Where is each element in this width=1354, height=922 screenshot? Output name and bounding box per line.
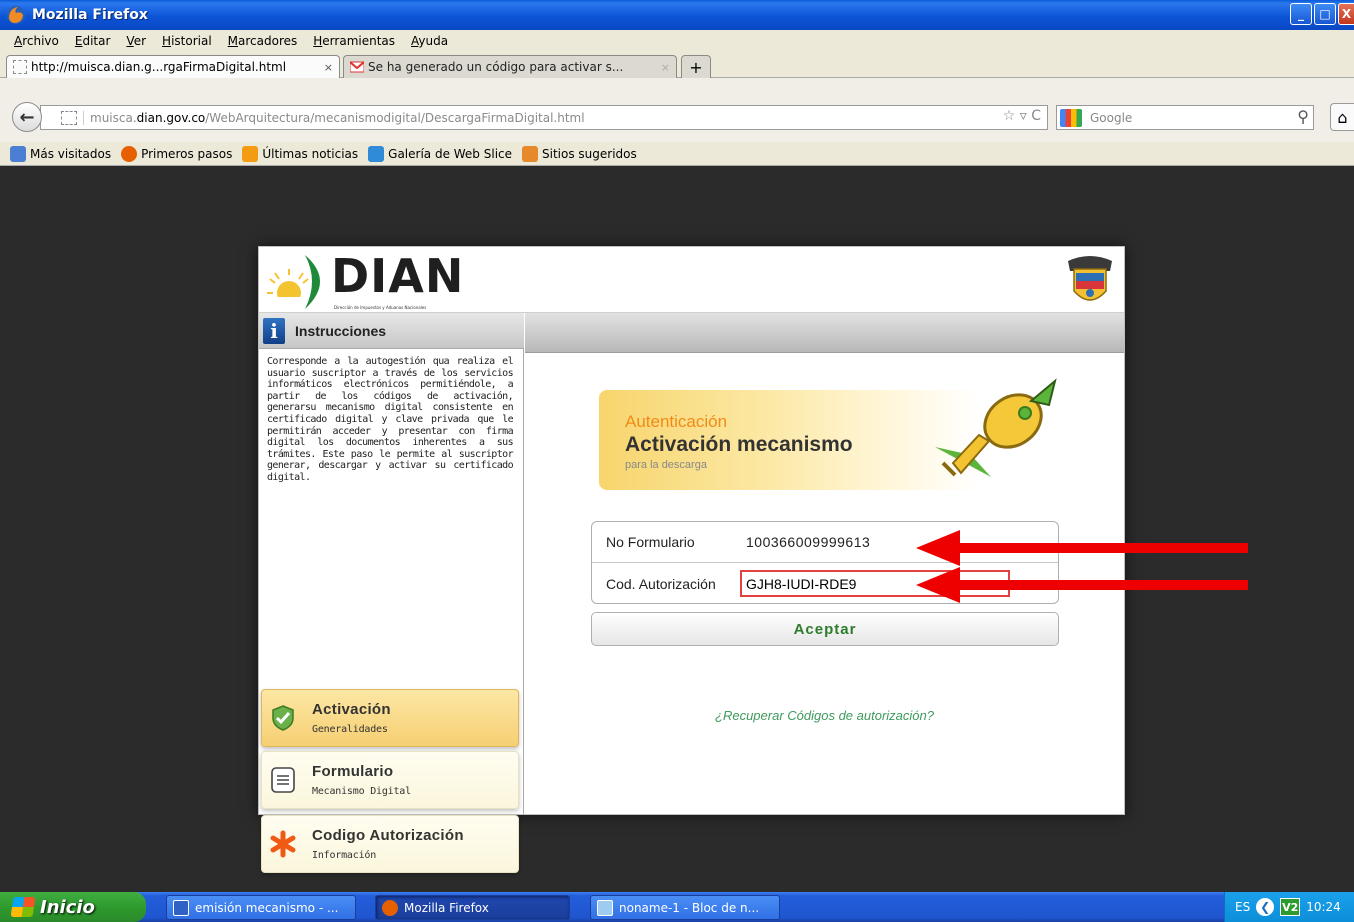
window-title: Mozilla Firefox	[32, 7, 148, 23]
search-placeholder: Google	[1090, 110, 1133, 125]
firefox-icon	[382, 899, 398, 916]
sidebar-item-formulario[interactable]: Formulario Mecanismo Digital	[261, 751, 519, 809]
formulario-value: 100366009999613	[746, 534, 871, 550]
banner-caption: para la descarga	[625, 459, 707, 471]
windows-logo-icon	[10, 897, 36, 917]
main-panel: Autenticación Activación mecanismo para …	[525, 313, 1124, 814]
menu-historial[interactable]: Historial	[154, 34, 220, 48]
recover-codes-link[interactable]: ¿Recuperar Códigos de autorización?	[525, 708, 1124, 723]
banner-subtitle: Autenticación	[625, 412, 728, 431]
bookmark-folder-icon	[10, 145, 26, 162]
url-bar[interactable]: muisca.dian.gov.co/WebArquitectura/mecan…	[40, 105, 1048, 130]
bookmarks-toolbar: Más visitados Primeros pasos Últimas not…	[0, 142, 1354, 166]
tab-gmail[interactable]: Se ha generado un código para activar s.…	[343, 55, 677, 78]
formulario-label: No Formulario	[606, 534, 695, 550]
dian-logo-text: DIAN	[331, 249, 465, 303]
new-tab-button[interactable]: +	[681, 55, 711, 78]
instructions-header: i Instrucciones	[259, 313, 524, 349]
sidebar-item-title: Formulario	[312, 763, 394, 780]
back-button[interactable]: ←	[12, 102, 42, 132]
search-icon[interactable]: ⚲	[1297, 107, 1309, 126]
blank-page-icon	[13, 60, 27, 74]
auth-banner: Autenticación Activación mecanismo para …	[599, 390, 979, 490]
taskbar-item-notepad[interactable]: noname-1 - Bloc de n...	[590, 895, 780, 920]
coat-of-arms-icon	[1068, 256, 1112, 301]
menu-marcadores[interactable]: Marcadores	[220, 34, 306, 48]
close-button[interactable]: X	[1338, 3, 1354, 25]
lightbulb-icon	[522, 145, 539, 162]
main-header-bar	[525, 313, 1124, 353]
bookmark-primeros-pasos[interactable]: Primeros pasos	[121, 145, 232, 162]
rss-icon	[242, 145, 259, 162]
card-header: DIAN Dirección de Impuestos y Aduanas Na…	[259, 247, 1124, 313]
home-button[interactable]: ⌂	[1330, 103, 1354, 131]
aceptar-button[interactable]: Aceptar	[591, 612, 1059, 646]
tab-label: Se ha generado un código para activar s.…	[368, 60, 624, 74]
clock: 10:24	[1306, 900, 1341, 914]
firefox-icon	[7, 6, 25, 24]
search-bar[interactable]: Google ⚲	[1056, 105, 1314, 130]
google-icon[interactable]	[1060, 108, 1082, 127]
checkmark-shield-icon	[266, 701, 300, 735]
info-icon: i	[263, 317, 285, 344]
menu-editar[interactable]: Editar	[67, 34, 119, 48]
menubar: Archivo Editar Ver Historial Marcadores …	[0, 30, 1354, 52]
maximize-button[interactable]: □	[1314, 3, 1336, 25]
firefox-icon	[121, 145, 138, 162]
sidebar-item-subtitle: Generalidades	[312, 724, 388, 735]
taskbar: Inicio emisión mecanismo - ... Mozilla F…	[0, 892, 1354, 922]
sidebar-item-activacion[interactable]: Activación Generalidades	[261, 689, 519, 747]
menu-ayuda[interactable]: Ayuda	[403, 34, 456, 48]
asterisk-icon	[266, 827, 300, 861]
bookmark-ultimas-noticias[interactable]: Últimas noticias	[242, 145, 358, 162]
sidebar-item-subtitle: Mecanismo Digital	[312, 786, 411, 797]
notepad-icon	[597, 899, 613, 916]
codigo-autorizacion-label: Cod. Autorización	[606, 575, 716, 592]
menu-ver[interactable]: Ver	[118, 34, 154, 48]
annotation-arrow	[916, 530, 1248, 566]
language-indicator[interactable]: ES	[1235, 900, 1250, 914]
window-titlebar: Mozilla Firefox _ □ X	[0, 0, 1354, 30]
site-identity-icon[interactable]	[61, 110, 77, 125]
instructions-text: Corresponde a la autogestión qua realiza…	[267, 356, 514, 483]
url-text: muisca.dian.gov.co/WebArquitectura/mecan…	[83, 110, 585, 125]
tab-label: http://muisca.dian.g...rgaFirmaDigital.h…	[31, 60, 287, 74]
sidebar-item-title: Codigo Autorización	[312, 827, 464, 844]
dian-card: DIAN Dirección de Impuestos y Aduanas Na…	[258, 246, 1125, 873]
sidebar-item-codigo-autorizacion[interactable]: Codigo Autorización Información	[261, 815, 519, 873]
bookmark-galeria-web-slice[interactable]: Galería de Web Slice	[368, 145, 512, 162]
annotation-arrow	[916, 567, 1248, 603]
bookmark-sitios-sugeridos[interactable]: Sitios sugeridos	[522, 145, 637, 162]
taskbar-item-firefox[interactable]: Mozilla Firefox	[375, 895, 570, 920]
banner-title: Activación mecanismo	[625, 433, 853, 456]
word-icon	[173, 899, 189, 916]
dian-logo-icon	[267, 255, 320, 311]
instructions-title: Instrucciones	[295, 322, 387, 339]
start-button[interactable]: Inicio	[0, 892, 146, 922]
document-icon	[266, 763, 300, 797]
gmail-icon	[350, 61, 364, 73]
sidebar-item-subtitle: Información	[312, 850, 377, 861]
sidebar: i Instrucciones Corresponde a la autoges…	[259, 313, 524, 873]
bookmark-mas-visitados[interactable]: Más visitados	[10, 145, 111, 162]
dian-logo-subtitle: Dirección de Impuestos y Aduanas Naciona…	[334, 305, 427, 310]
activation-form: No Formulario 100366009999613 Cod. Autor…	[591, 521, 1059, 604]
taskbar-item-word[interactable]: emisión mecanismo - ...	[166, 895, 356, 920]
sidebar-item-title: Activación	[312, 701, 391, 718]
tab-bar: http://muisca.dian.g...rgaFirmaDigital.h…	[0, 52, 1354, 78]
system-tray: ES ❮ V2 10:24	[1224, 892, 1354, 922]
key-icon	[935, 378, 1057, 477]
close-tab-icon[interactable]: ×	[324, 61, 333, 74]
ie-icon	[368, 145, 385, 162]
minimize-button[interactable]: _	[1290, 3, 1312, 25]
url-tools[interactable]: ☆ ▿ C	[1003, 108, 1041, 124]
tab-dian[interactable]: http://muisca.dian.g...rgaFirmaDigital.h…	[6, 55, 340, 78]
chevron-left-icon[interactable]: ❮	[1256, 898, 1275, 916]
close-tab-icon[interactable]: ×	[661, 61, 670, 74]
menu-herramientas[interactable]: Herramientas	[305, 34, 403, 48]
tray-app-icon[interactable]: V2	[1280, 898, 1301, 916]
menu-archivo[interactable]: Archivo	[6, 34, 67, 48]
